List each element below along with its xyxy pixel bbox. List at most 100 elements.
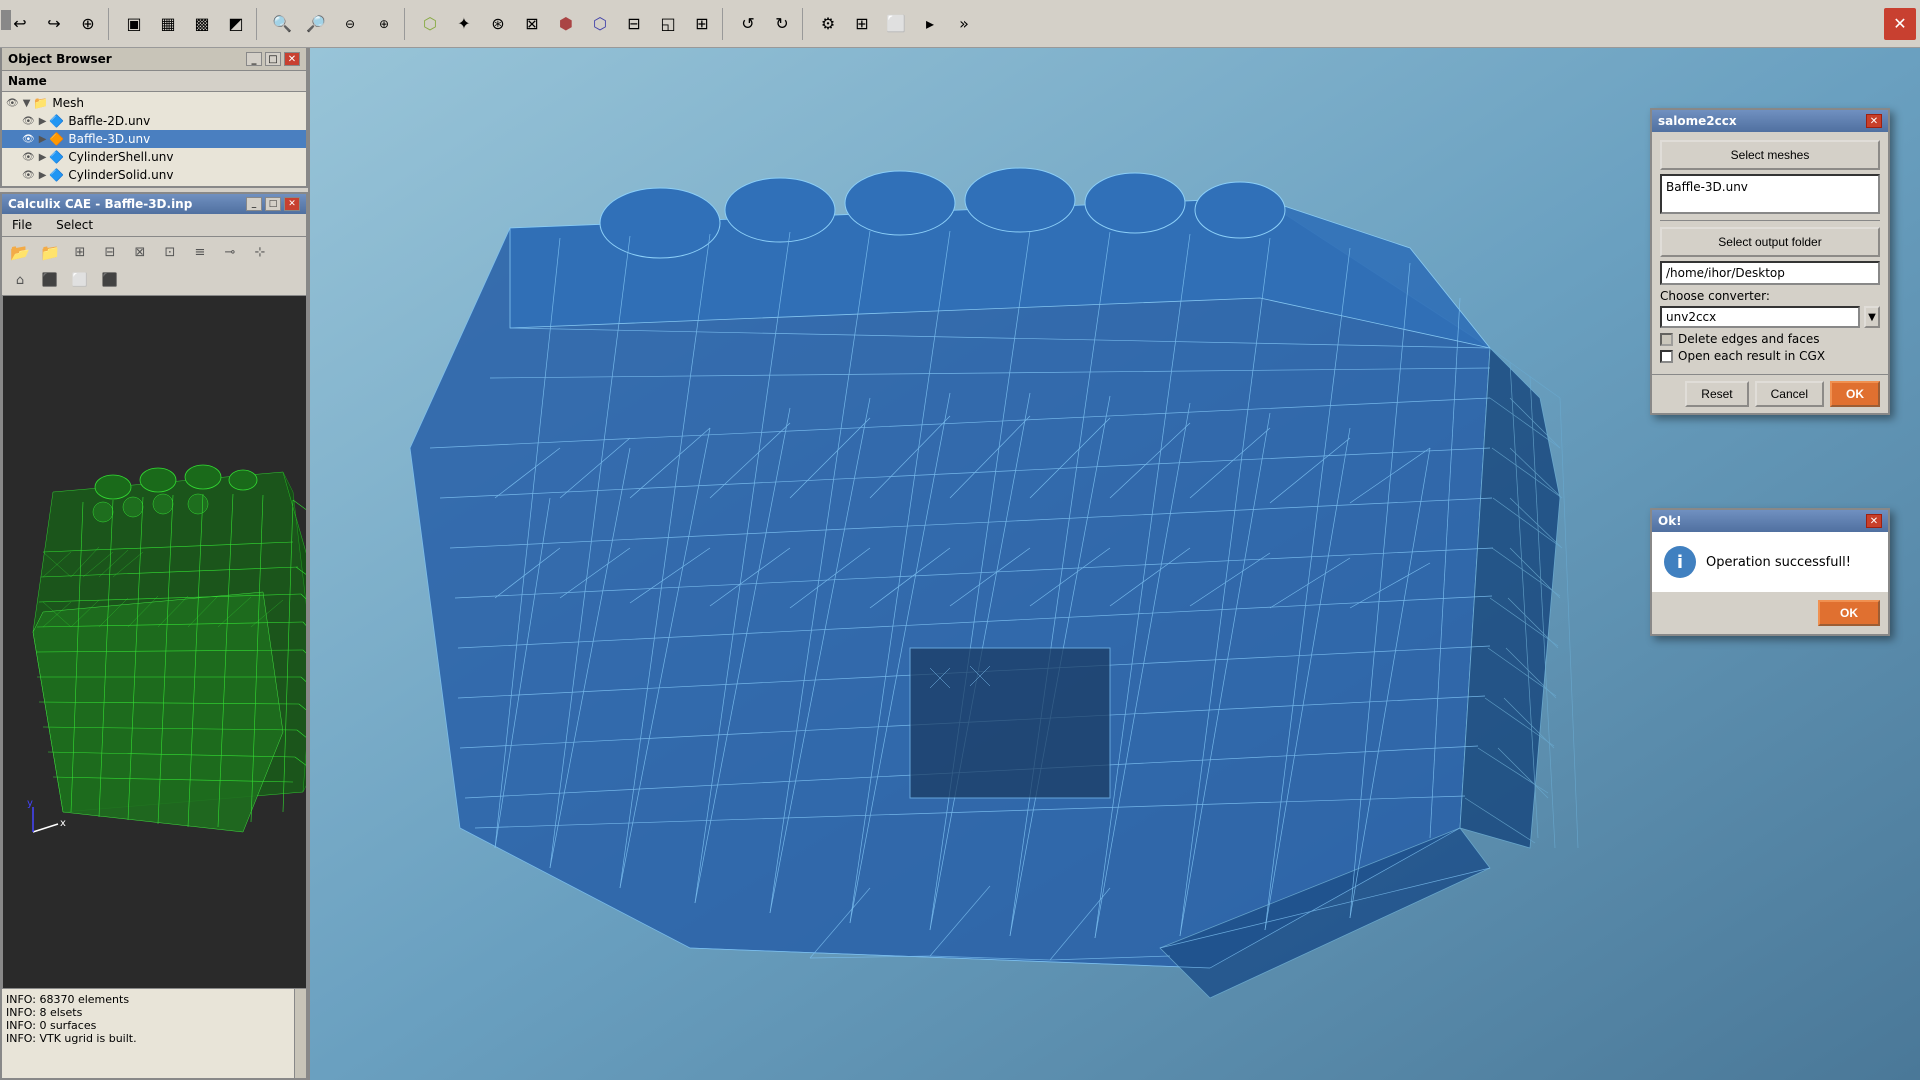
ob-item-cylsolid[interactable]: 👁 ▶ 🔷 CylinderSolid.unv xyxy=(2,166,306,184)
toolbar-btn-hex3[interactable]: ⬡ xyxy=(584,8,616,40)
toolbar-btn-rot-left[interactable]: ↺ xyxy=(732,8,764,40)
cae-tb-b2[interactable]: ⊟ xyxy=(96,239,124,265)
expand-arrow-b2d: ▶ xyxy=(39,116,47,127)
cae-tb-b4[interactable]: ⊡ xyxy=(156,239,184,265)
ok-btn[interactable]: OK xyxy=(1830,381,1880,407)
ob-label-cylsolid: CylinderSolid.unv xyxy=(68,168,173,182)
cae-scrollbar[interactable] xyxy=(294,989,306,1078)
svg-text:y: y xyxy=(27,798,33,809)
expand-arrow-b3d: ▶ xyxy=(39,134,47,145)
ob-maximize-btn[interactable]: □ xyxy=(265,52,281,66)
toolbar-btn-grid[interactable]: ⊠ xyxy=(516,8,548,40)
cae-tb-b8[interactable]: ⌂ xyxy=(6,267,34,293)
ob-label-baffle3d: Baffle-3D.unv xyxy=(68,132,150,146)
cae-tb-cube1[interactable]: ⬛ xyxy=(36,267,64,293)
toolbar-btn-redo[interactable]: ↪ xyxy=(38,8,70,40)
reset-btn[interactable]: Reset xyxy=(1685,381,1748,407)
toolbar-btn-7[interactable]: ◩ xyxy=(220,8,252,40)
dialog-close-btn[interactable]: ✕ xyxy=(1866,114,1882,128)
toolbar-btn-grid2[interactable]: ⊞ xyxy=(846,8,878,40)
delete-edges-label: Delete edges and faces xyxy=(1678,332,1820,346)
toolbar-btn-settings[interactable]: ⚙ xyxy=(812,8,844,40)
ob-tree: 👁 ▼ 📁 Mesh 👁 ▶ 🔷 Baffle-2D.unv 👁 ▶ 🔶 Baf… xyxy=(2,92,306,186)
toolbar-btn-play[interactable]: ▸ xyxy=(914,8,946,40)
ob-minimize-btn[interactable]: _ xyxy=(246,52,262,66)
ob-item-mesh-root[interactable]: 👁 ▼ 📁 Mesh xyxy=(2,94,306,112)
cae-tb-cube2[interactable]: ⬜ xyxy=(66,267,94,293)
cae-minimize-btn[interactable]: _ xyxy=(246,197,262,211)
eye-icon-b3d: 👁 xyxy=(22,134,35,145)
select-meshes-btn[interactable]: Select meshes xyxy=(1660,140,1880,170)
delete-edges-checkbox[interactable] xyxy=(1660,333,1673,346)
toolbar-btn-hex2[interactable]: ⬢ xyxy=(550,8,582,40)
cae-tb-cube3[interactable]: ⬛ xyxy=(96,267,124,293)
toolbar-btn-zoom-plus[interactable]: ⊕ xyxy=(368,8,400,40)
open-cgx-row: Open each result in CGX xyxy=(1660,349,1880,363)
cae-title: Calculix CAE - Baffle-3D.inp xyxy=(8,197,192,211)
cae-titlebar: Calculix CAE - Baffle-3D.inp _ □ ✕ xyxy=(2,194,306,214)
toolbar-btn-5[interactable]: ▦ xyxy=(152,8,184,40)
folder-input[interactable]: /home/ihor/Desktop xyxy=(1660,261,1880,285)
ok-dialog-close-btn[interactable]: ✕ xyxy=(1866,514,1882,528)
scroll-thumb[interactable] xyxy=(1,10,11,30)
converter-select[interactable]: unv2ccx xyxy=(1660,306,1860,328)
sep4 xyxy=(722,8,728,40)
cae-menu-file[interactable]: File xyxy=(6,216,38,234)
cae-toolbar: 📂 📁 ⊞ ⊟ ⊠ ⊡ ≡ ⊸ ⊹ ⌂ ⬛ ⬜ ⬛ xyxy=(2,237,306,296)
toolbar-btn-plus2[interactable]: ✦ xyxy=(448,8,480,40)
mesh-textbox[interactable]: Baffle-3D.unv xyxy=(1660,174,1880,214)
mesh-value: Baffle-3D.unv xyxy=(1666,180,1748,194)
converter-dropdown-btn[interactable]: ▼ xyxy=(1864,306,1880,328)
cae-tb-b3[interactable]: ⊠ xyxy=(126,239,154,265)
cae-titlebar-btns: _ □ ✕ xyxy=(246,197,300,211)
top-toolbar: ↩ ↪ ⊕ ▣ ▦ ▩ ◩ 🔍 🔎 ⊖ ⊕ ⬡ ✦ ⊛ ⊠ ⬢ ⬡ ⊟ ◱ ⊞ … xyxy=(0,0,1920,48)
toolbar-btn-select-all[interactable]: ▣ xyxy=(118,8,150,40)
cae-tb-open[interactable]: 📂 xyxy=(6,239,34,265)
toolbar-btn-close-app[interactable]: ✕ xyxy=(1884,8,1916,40)
object-browser-header: Object Browser _ □ ✕ xyxy=(2,48,306,71)
cae-maximize-btn[interactable]: □ xyxy=(265,197,281,211)
ob-item-cylshell[interactable]: 👁 ▶ 🔷 CylinderShell.unv xyxy=(2,148,306,166)
toolbar-btn-zoom-out[interactable]: ⊖ xyxy=(334,8,366,40)
ob-label-cylshell: CylinderShell.unv xyxy=(68,150,173,164)
ob-item-baffle3d[interactable]: 👁 ▶ 🔶 Baffle-3D.unv xyxy=(2,130,306,148)
cae-tb-save[interactable]: 📁 xyxy=(36,239,64,265)
toolbar-btn-corner[interactable]: ◱ xyxy=(652,8,684,40)
toolbar-btn-zoom-in[interactable]: 🔎 xyxy=(300,8,332,40)
ok-dialog-ok-btn[interactable]: OK xyxy=(1818,600,1880,626)
ob-item-baffle2d[interactable]: 👁 ▶ 🔷 Baffle-2D.unv xyxy=(2,112,306,130)
expand-arrow-mesh: ▼ xyxy=(23,98,31,109)
toolbar-btn-circ[interactable]: ⊛ xyxy=(482,8,514,40)
cae-tb-b5[interactable]: ≡ xyxy=(186,239,214,265)
toolbar-btn-rect[interactable]: ⬜ xyxy=(880,8,912,40)
cae-tb-b1[interactable]: ⊞ xyxy=(66,239,94,265)
delete-edges-row: Delete edges and faces xyxy=(1660,332,1880,346)
status-line-3: INFO: 0 surfaces xyxy=(6,1019,290,1032)
select-folder-btn[interactable]: Select output folder xyxy=(1660,227,1880,257)
ob-label-baffle2d: Baffle-2D.unv xyxy=(68,114,150,128)
open-cgx-checkbox[interactable] xyxy=(1660,350,1673,363)
cae-viewport: x y xyxy=(3,296,306,988)
toolbar-btn-box[interactable]: ⊞ xyxy=(686,8,718,40)
toolbar-btn-hex1[interactable]: ⬡ xyxy=(414,8,446,40)
toolbar-btn-minus2[interactable]: ⊟ xyxy=(618,8,650,40)
cae-menu-select[interactable]: Select xyxy=(50,216,99,234)
ok-dialog-message: Operation successfull! xyxy=(1706,555,1851,570)
toolbar-btn-6[interactable]: ▩ xyxy=(186,8,218,40)
cancel-btn[interactable]: Cancel xyxy=(1755,381,1824,407)
mesh-icon-b3d: 🔶 xyxy=(49,132,64,146)
ok-dialog-title-text: Ok! xyxy=(1658,514,1682,528)
cae-tb-b7[interactable]: ⊹ xyxy=(246,239,274,265)
ob-close-btn[interactable]: ✕ xyxy=(284,52,300,66)
toolbar-btn-rot-right[interactable]: ↻ xyxy=(766,8,798,40)
open-cgx-label: Open each result in CGX xyxy=(1678,349,1825,363)
cae-close-btn[interactable]: ✕ xyxy=(284,197,300,211)
cae-menubar: File Select xyxy=(2,214,306,237)
toolbar-btn-3[interactable]: ⊕ xyxy=(72,8,104,40)
dialog-content: Select meshes Baffle-3D.unv Select outpu… xyxy=(1652,132,1888,374)
salome2ccx-dialog: salome2ccx ✕ Select meshes Baffle-3D.unv… xyxy=(1650,108,1890,415)
status-line-1: INFO: 68370 elements xyxy=(6,993,290,1006)
toolbar-btn-zoom-fit[interactable]: 🔍 xyxy=(266,8,298,40)
cae-tb-b6[interactable]: ⊸ xyxy=(216,239,244,265)
toolbar-btn-more[interactable]: » xyxy=(948,8,980,40)
